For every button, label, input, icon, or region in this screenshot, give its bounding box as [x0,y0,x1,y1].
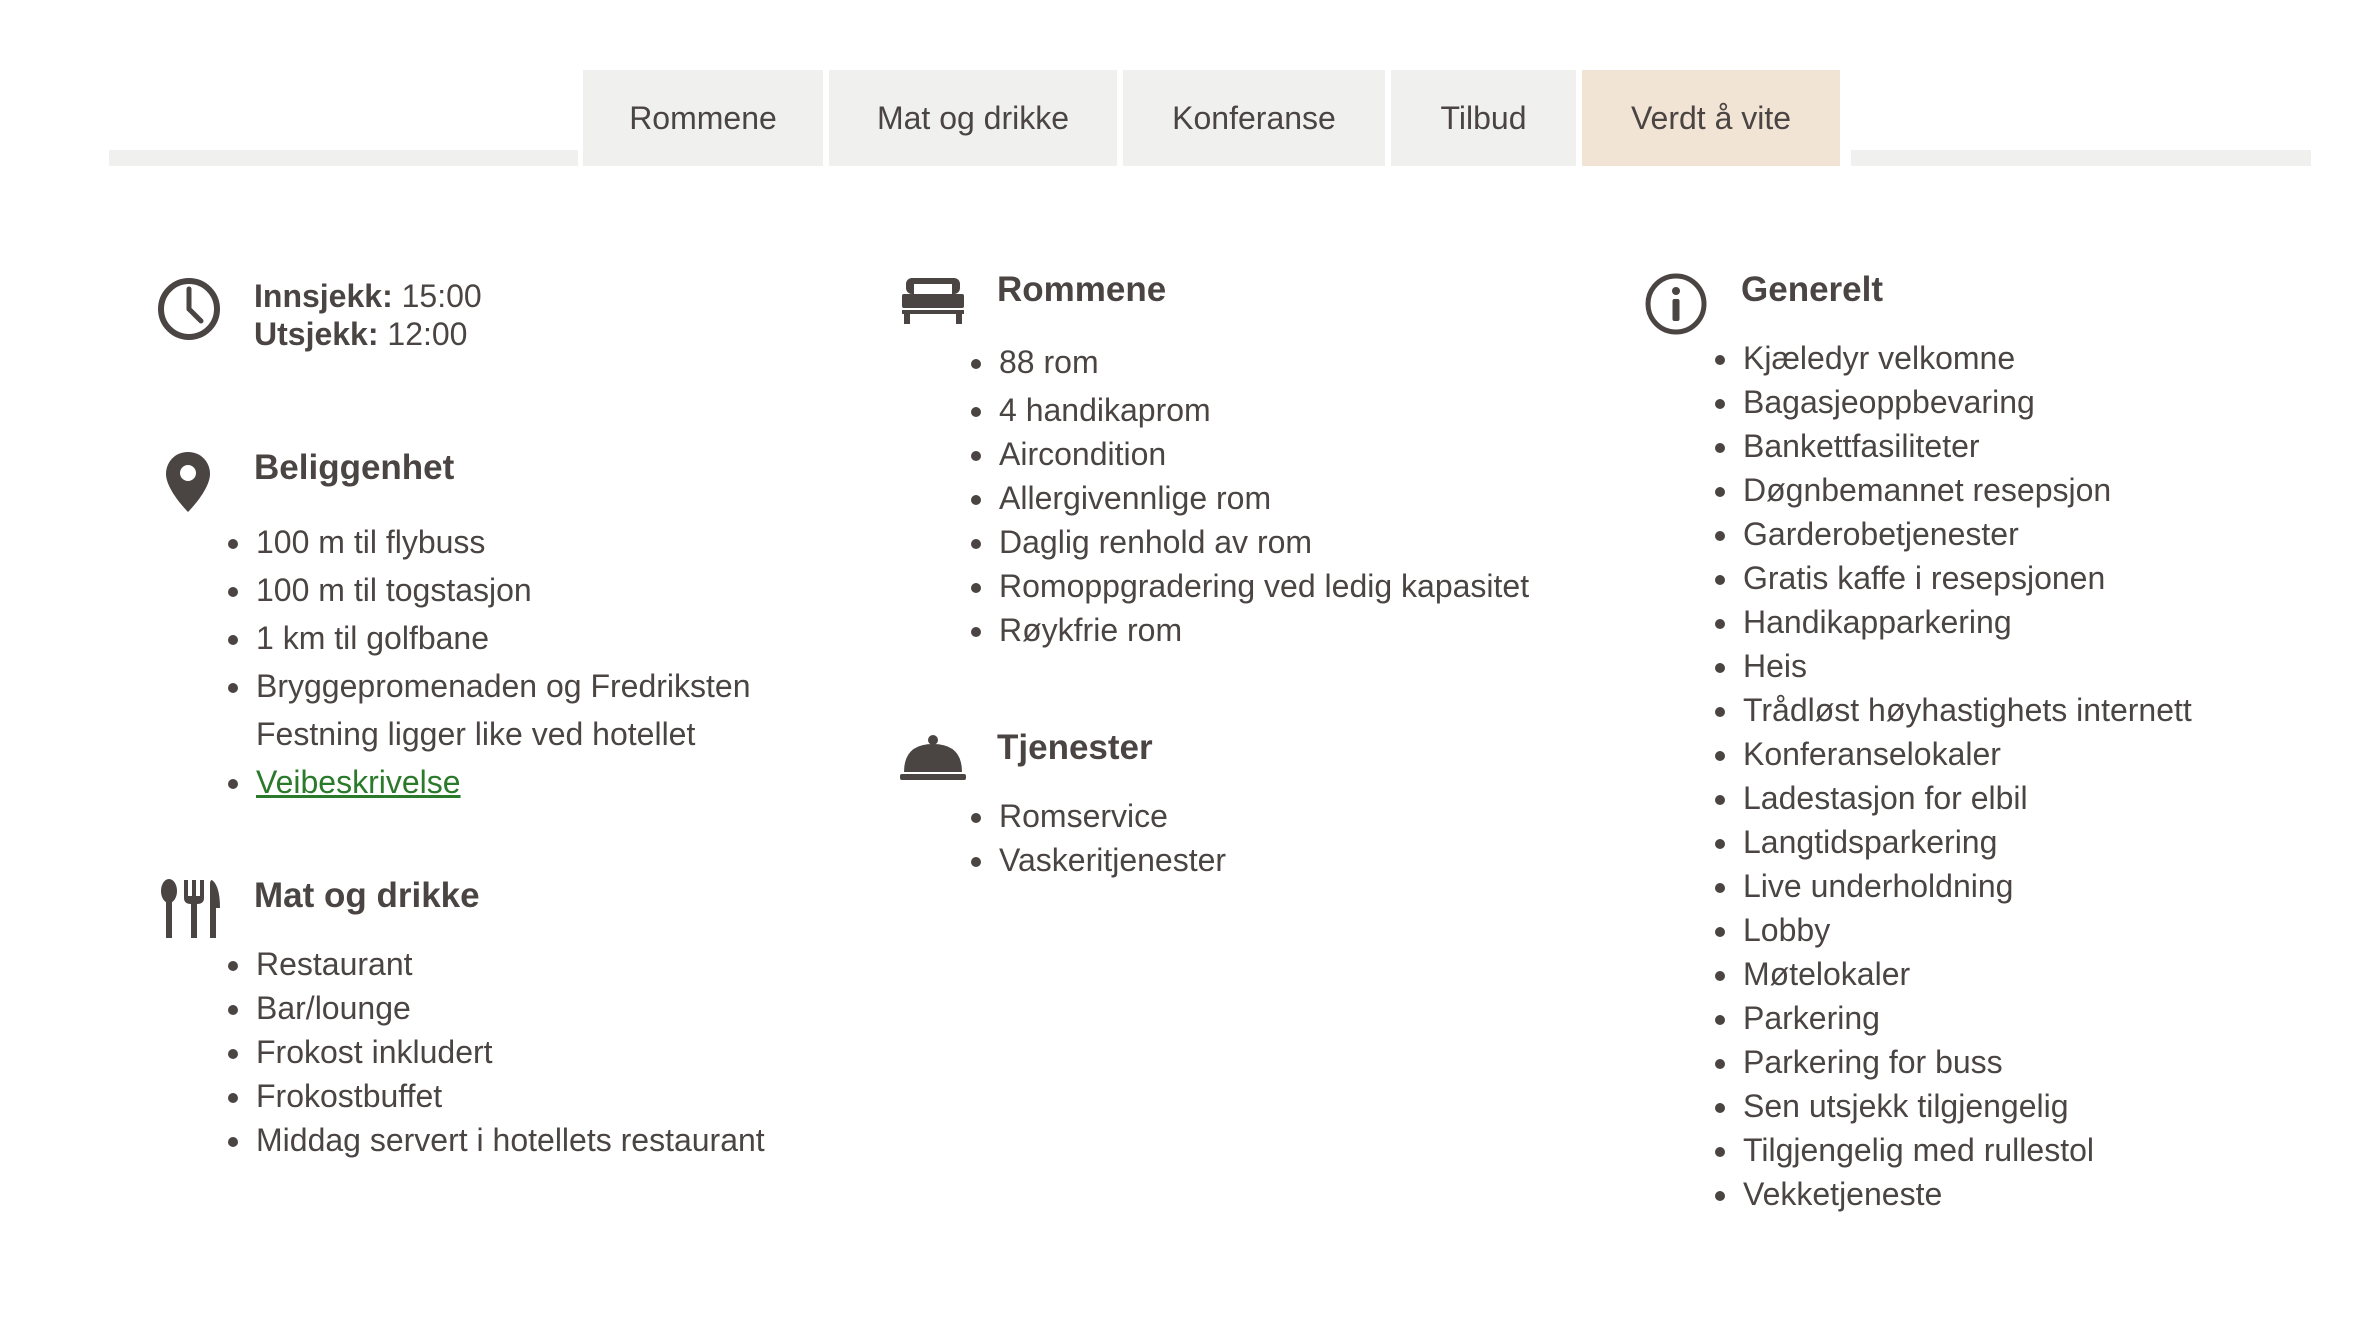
rooms-list: 88 rom 4 handikaprom Aircondition Allerg… [963,340,1617,652]
list-item: Romoppgradering ved ledig kapasitet [997,564,1617,608]
general-heading: Generelt [1741,270,1883,309]
list-item: Frokostbuffet [254,1074,854,1118]
checkin-line: Innsjekk: 15:00 [254,276,482,316]
list-item: Bankettfasiliteter [1741,424,2361,468]
tab-verdt-a-vite[interactable]: Verdt å vite [1582,70,1840,166]
list-item: Bar/lounge [254,986,854,1030]
list-item: Røykfrie rom [997,608,1617,652]
room-service-icon [900,734,966,784]
food-heading: Mat og drikke [254,876,480,915]
checkin-time: 15:00 [401,278,482,314]
services-heading: Tjenester [997,728,1153,767]
cutlery-icon [158,878,222,938]
tab-bar-underline-right [1851,150,2311,166]
list-item: Ladestasjon for elbil [1741,776,2361,820]
general-list: Kjæledyr velkomne Bagasjeoppbevaring Ban… [1707,336,2361,1216]
list-item: Langtidsparkering [1741,820,2361,864]
list-item: Døgnbemannet resepsjon [1741,468,2361,512]
list-item: Tilgjengelig med rullestol [1741,1128,2361,1172]
list-item: Kjæledyr velkomne [1741,336,2361,380]
tab-rommene[interactable]: Rommene [583,70,823,166]
list-item: Konferanselokaler [1741,732,2361,776]
list-item: 100 m til flybuss [254,518,814,566]
location-list: 100 m til flybuss 100 m til togstasjon 1… [220,518,814,806]
info-icon [1644,272,1708,336]
list-item: Trådløst høyhastighets internett [1741,688,2361,732]
clock-icon [156,276,222,342]
list-item: Middag servert i hotellets restaurant [254,1118,854,1162]
map-pin-icon [164,450,212,514]
tab-tilbud[interactable]: Tilbud [1391,70,1576,166]
list-item: Parkering for buss [1741,1040,2361,1084]
tab-mat-og-drikke[interactable]: Mat og drikke [829,70,1117,166]
list-item: Gratis kaffe i resepsjonen [1741,556,2361,600]
list-item: Heis [1741,644,2361,688]
list-item: Restaurant [254,942,854,986]
food-list: Restaurant Bar/lounge Frokost inkludert … [220,942,854,1162]
list-item: 100 m til togstasjon [254,566,814,614]
checkout-time: 12:00 [387,316,468,352]
list-item: Vekketjeneste [1741,1172,2361,1216]
list-item: Garderobetjenester [1741,512,2361,556]
list-item: Allergivennlige rom [997,476,1617,520]
list-item: Aircondition [997,432,1617,476]
list-item: 4 handikaprom [997,388,1617,432]
list-item: 88 rom [997,340,1617,384]
list-item: Vaskeritjenester [997,838,1597,882]
tab-bar-underline-left [109,150,578,166]
checkout-line: Utsjekk: 12:00 [254,314,467,354]
list-item: Bryggepromenaden og Fredriksten Festning… [254,662,814,758]
tab-konferanse[interactable]: Konferanse [1123,70,1385,166]
list-item: 1 km til golfbane [254,614,814,662]
list-item: Veibeskrivelse [254,758,814,806]
directions-link[interactable]: Veibeskrivelse [256,764,461,800]
list-item: Lobby [1741,908,2361,952]
bed-icon [900,276,966,324]
list-item: Romservice [997,794,1597,838]
location-heading: Beliggenhet [254,448,455,487]
list-item: Live underholdning [1741,864,2361,908]
services-list: Romservice Vaskeritjenester [963,794,1597,882]
list-item: Daglig renhold av rom [997,520,1617,564]
list-item: Parkering [1741,996,2361,1040]
list-item: Møtelokaler [1741,952,2361,996]
checkout-label: Utsjekk: [254,316,379,352]
list-item: Frokost inkludert [254,1030,854,1074]
checkin-label: Innsjekk: [254,278,393,314]
rooms-heading: Rommene [997,270,1167,309]
list-item: Sen utsjekk tilgjengelig [1741,1084,2361,1128]
list-item: Handikapparkering [1741,600,2361,644]
list-item: Bagasjeoppbevaring [1741,380,2361,424]
